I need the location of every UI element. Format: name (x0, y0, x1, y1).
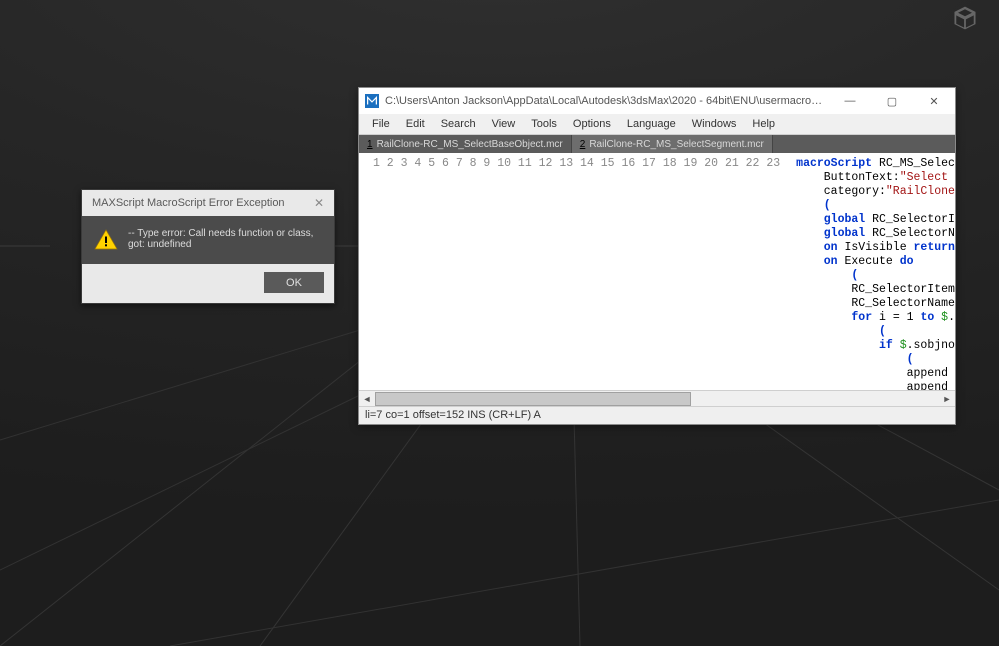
menu-edit[interactable]: Edit (399, 116, 432, 132)
line-gutter: 1 2 3 4 5 6 7 8 9 10 11 12 13 14 15 16 1… (359, 153, 788, 390)
scroll-left-icon[interactable]: ◄ (359, 392, 375, 406)
code-area[interactable]: 1 2 3 4 5 6 7 8 9 10 11 12 13 14 15 16 1… (359, 153, 955, 390)
tab-number: 1 (367, 139, 373, 150)
scroll-track[interactable] (375, 392, 939, 406)
tab-number: 2 (580, 139, 586, 150)
window-title: C:\Users\Anton Jackson\AppData\Local\Aut… (385, 95, 823, 107)
error-dialog-buttons: OK (82, 264, 334, 303)
tabbar: 1 RailClone-RC_MS_SelectBaseObject.mcr 2Ra… (359, 135, 955, 153)
window-titlebar[interactable]: C:\Users\Anton Jackson\AppData\Local\Aut… (359, 88, 955, 114)
minimize-button[interactable]: — (829, 88, 871, 114)
tab-label: RailClone-RC_MS_SelectSegment.mcr (589, 139, 764, 150)
horizontal-scrollbar[interactable]: ◄ ► (359, 390, 955, 406)
menu-file[interactable]: File (365, 116, 397, 132)
menu-language[interactable]: Language (620, 116, 683, 132)
ok-button[interactable]: OK (264, 272, 324, 293)
statusbar: li=7 co=1 offset=152 INS (CR+LF) A (359, 406, 955, 424)
menu-tools[interactable]: Tools (524, 116, 564, 132)
error-dialog-title: MAXScript MacroScript Error Exception (92, 197, 285, 209)
menubar: FileEditSearchViewToolsOptionsLanguageWi… (359, 114, 955, 135)
script-editor-window: C:\Users\Anton Jackson\AppData\Local\Aut… (358, 87, 956, 425)
scroll-thumb[interactable] (375, 392, 691, 406)
error-dialog-titlebar[interactable]: MAXScript MacroScript Error Exception ✕ (82, 190, 334, 216)
error-dialog: MAXScript MacroScript Error Exception ✕ … (81, 189, 335, 304)
app-icon (365, 94, 379, 108)
scroll-right-icon[interactable]: ► (939, 392, 955, 406)
tab-label: RailClone-RC_MS_SelectBaseObject.mcr (377, 139, 563, 150)
maximize-button[interactable]: ▢ (871, 88, 913, 114)
error-message: -- Type error: Call needs function or cl… (128, 228, 322, 250)
tab-file[interactable]: 2RailClone-RC_MS_SelectSegment.mcr (572, 135, 773, 153)
menu-options[interactable]: Options (566, 116, 618, 132)
error-dialog-body: -- Type error: Call needs function or cl… (82, 216, 334, 264)
tab-file[interactable]: 1 RailClone-RC_MS_SelectBaseObject.mcr (359, 135, 572, 153)
warning-icon (94, 228, 118, 252)
window-close-button[interactable]: ✕ (913, 88, 955, 114)
menu-windows[interactable]: Windows (685, 116, 744, 132)
menu-help[interactable]: Help (745, 116, 782, 132)
code-content[interactable]: macroScript RC_MS_SelectSegment ButtonTe… (788, 153, 955, 390)
menu-view[interactable]: View (485, 116, 523, 132)
close-icon[interactable]: ✕ (310, 194, 328, 212)
viewcube-icon[interactable] (951, 4, 979, 32)
menu-search[interactable]: Search (434, 116, 483, 132)
